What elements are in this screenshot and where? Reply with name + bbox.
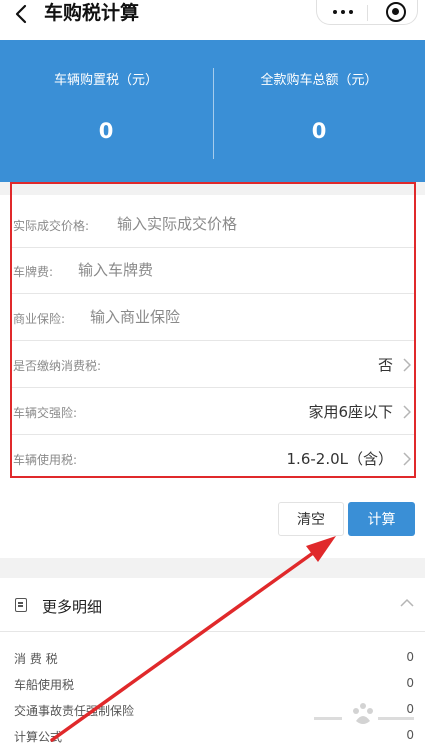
more-details-panel: 更多明细 消 费 税 0 车船使用税 0 交通事故责任强制保险 0 计算公式 0 <box>0 578 425 750</box>
form-row-price[interactable]: 实际成交价格: <box>10 202 415 248</box>
action-bar: 清空 计算 <box>0 488 425 558</box>
total-price-label: 全款购车总额（元） <box>260 73 378 88</box>
detail-value: 0 <box>406 702 414 716</box>
document-icon <box>15 598 27 612</box>
capsule-divider <box>367 5 368 21</box>
vehicle-tax-value[interactable]: 1.6-2.0L（含） <box>287 448 393 469</box>
form-row-consumption-tax[interactable]: 是否缴纳消费税: 否 <box>10 342 415 388</box>
detail-row: 消 费 税 0 <box>14 645 414 671</box>
form-row-insurance[interactable]: 商业保险: <box>10 295 415 341</box>
price-input[interactable] <box>117 212 367 236</box>
chevron-right-icon <box>403 405 411 419</box>
close-mini-program-icon[interactable] <box>386 2 406 22</box>
chevron-right-icon <box>403 452 411 466</box>
page-title: 车购税计算 <box>44 2 140 24</box>
vehicle-tax-label: 车辆使用税: <box>13 453 78 467</box>
consumption-tax-label: 是否缴纳消费税: <box>13 359 102 373</box>
back-icon[interactable] <box>10 2 34 28</box>
plate-fee-input[interactable] <box>78 258 328 282</box>
clear-button[interactable]: 清空 <box>278 502 344 536</box>
insurance-label: 商业保险: <box>13 312 66 326</box>
detail-label: 车船使用税 <box>14 678 75 692</box>
more-icon[interactable] <box>331 4 355 20</box>
detail-row: 交通事故责任强制保险 0 <box>14 697 414 723</box>
purchase-tax-label: 车辆购置税（元） <box>53 73 158 88</box>
chevron-right-icon <box>403 358 411 372</box>
more-details-title: 更多明细 <box>42 598 103 616</box>
result-banner: 车辆购置税（元） 0 全款购车总额（元） 0 <box>0 40 425 182</box>
nav-bar: 车购税计算 <box>0 0 425 40</box>
price-label: 实际成交价格: <box>13 219 90 233</box>
total-price-stat: 全款购车总额（元） 0 <box>213 40 425 182</box>
calculator-form: 实际成交价格: 车牌费: 商业保险: 是否缴纳消费税: 否 车辆交强险: 家用6… <box>0 195 425 488</box>
compulsory-insurance-value[interactable]: 家用6座以下 <box>308 401 393 422</box>
detail-row: 车船使用税 0 <box>14 671 414 697</box>
total-price-value: 0 <box>311 119 327 143</box>
form-row-plate-fee[interactable]: 车牌费: <box>10 248 415 294</box>
purchase-tax-stat: 车辆购置税（元） 0 <box>0 40 212 182</box>
more-details-header[interactable]: 更多明细 <box>0 578 425 632</box>
compulsory-insurance-label: 车辆交强险: <box>13 406 78 420</box>
calculate-button[interactable]: 计算 <box>348 502 415 536</box>
detail-label: 消 费 税 <box>14 652 58 666</box>
form-row-compulsory-insurance[interactable]: 车辆交强险: 家用6座以下 <box>10 389 415 435</box>
detail-value: 0 <box>406 728 414 742</box>
detail-value: 0 <box>406 650 414 664</box>
purchase-tax-value: 0 <box>98 119 114 143</box>
insurance-input[interactable] <box>90 305 340 329</box>
consumption-tax-value[interactable]: 否 <box>378 354 393 375</box>
detail-row: 计算公式 0 <box>14 723 414 749</box>
plate-fee-label: 车牌费: <box>13 265 54 279</box>
chevron-up-icon[interactable] <box>400 598 414 608</box>
detail-value: 0 <box>406 676 414 690</box>
detail-label: 交通事故责任强制保险 <box>14 704 135 718</box>
detail-label: 计算公式 <box>14 730 63 744</box>
mini-program-capsule <box>316 0 418 25</box>
form-row-vehicle-tax[interactable]: 车辆使用税: 1.6-2.0L（含） <box>10 436 415 482</box>
